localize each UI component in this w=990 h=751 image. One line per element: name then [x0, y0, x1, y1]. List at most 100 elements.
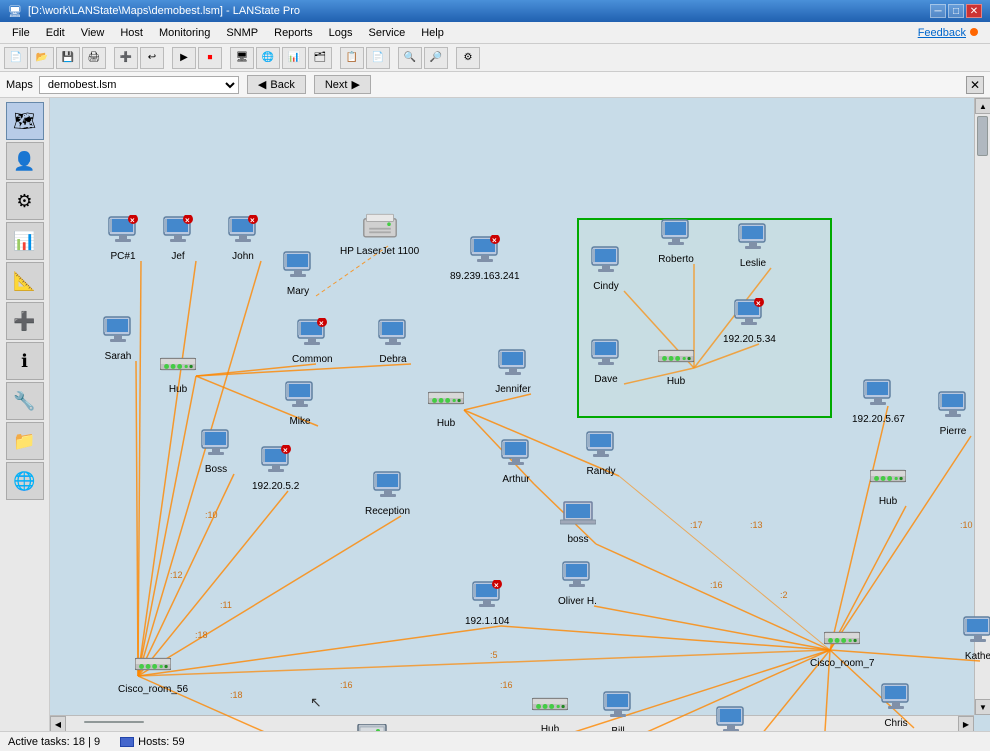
- node-oliverh[interactable]: Oliver H.: [558, 558, 597, 607]
- menu-service[interactable]: Service: [361, 25, 414, 41]
- node-icon-mike: [282, 378, 318, 414]
- status-tasks: Active tasks: 18 | 9: [8, 736, 100, 748]
- tb-network[interactable]: 🌐: [256, 47, 280, 69]
- node-leslie[interactable]: Leslie: [735, 220, 771, 269]
- sidebar-globe-btn[interactable]: 🌐: [6, 462, 44, 500]
- node-bill[interactable]: Bill: [600, 688, 636, 731]
- tb-save[interactable]: 💾: [56, 47, 80, 69]
- node-ip3[interactable]: × 192.20.5.34: [723, 296, 776, 345]
- node-pc1[interactable]: × PC#1: [105, 213, 141, 262]
- sidebar-settings-btn[interactable]: ⚙: [6, 182, 44, 220]
- node-hp[interactable]: HP LaserJet 1100: [340, 208, 419, 257]
- node-pierre[interactable]: Pierre: [935, 388, 971, 437]
- node-hub5[interactable]: Hub: [532, 686, 568, 731]
- node-cindy[interactable]: Cindy: [588, 243, 624, 292]
- node-hub1[interactable]: Hub: [160, 346, 196, 395]
- sidebar-tool-btn[interactable]: 🔧: [6, 382, 44, 420]
- node-randy[interactable]: Randy: [583, 428, 619, 477]
- node-jacques[interactable]: Jacques: [712, 703, 749, 731]
- menu-view[interactable]: View: [73, 25, 113, 41]
- menu-file[interactable]: File: [4, 25, 38, 41]
- node-ip4[interactable]: 192.20.5.67: [852, 376, 905, 425]
- tb-add[interactable]: ➕: [114, 47, 138, 69]
- menu-logs[interactable]: Logs: [321, 25, 361, 41]
- back-button[interactable]: ◀ Back: [247, 75, 306, 94]
- node-kathe[interactable]: Kathe: [960, 613, 990, 662]
- maps-dropdown[interactable]: demobest.lsm: [39, 76, 239, 94]
- minimize-button[interactable]: ─: [930, 4, 946, 18]
- node-label-cindy: Cindy: [593, 281, 619, 292]
- next-button[interactable]: Next ▶: [314, 75, 371, 94]
- node-arthur[interactable]: Arthur: [498, 436, 534, 485]
- menu-reports[interactable]: Reports: [266, 25, 321, 41]
- maximize-button[interactable]: □: [948, 4, 964, 18]
- node-hub3[interactable]: Hub: [658, 338, 694, 387]
- menu-monitoring[interactable]: Monitoring: [151, 25, 218, 41]
- node-icon-jennifer: [495, 346, 531, 382]
- node-sarah[interactable]: Sarah: [100, 313, 136, 362]
- menu-edit[interactable]: Edit: [38, 25, 73, 41]
- sidebar-map-btn[interactable]: 🗺: [6, 102, 44, 140]
- node-chris[interactable]: Chris: [878, 680, 914, 729]
- tb-open[interactable]: 📂: [30, 47, 54, 69]
- menu-snmp[interactable]: SNMP: [218, 25, 266, 41]
- node-boss[interactable]: Boss: [198, 426, 234, 475]
- node-jennifer[interactable]: Jennifer: [495, 346, 531, 395]
- node-icon-hub5: [532, 686, 568, 722]
- tb-chart[interactable]: 📊: [282, 47, 306, 69]
- tb-settings[interactable]: ⚙: [456, 47, 480, 69]
- node-debra[interactable]: Debra: [375, 316, 411, 365]
- node-reception[interactable]: Reception: [365, 468, 410, 517]
- node-icon-ip3: ×: [731, 296, 767, 332]
- node-icon-cisco7: [824, 620, 860, 656]
- tb-search2[interactable]: 🔎: [424, 47, 448, 69]
- node-icon-reception: [370, 468, 406, 504]
- node-label-arthur: Arthur: [502, 474, 529, 485]
- node-jef[interactable]: × Jef: [160, 213, 196, 262]
- tb-hosts[interactable]: 🖥: [230, 47, 254, 69]
- node-mike[interactable]: Mike: [282, 378, 318, 427]
- node-ip1[interactable]: × 89.239.163.241: [450, 233, 520, 282]
- tb-new[interactable]: 📄: [4, 47, 28, 69]
- sidebar-stats-btn[interactable]: 📊: [6, 222, 44, 260]
- node-icon-hub1: [160, 346, 196, 382]
- node-dave[interactable]: Dave: [588, 336, 624, 385]
- node-hub4[interactable]: Hub: [870, 458, 906, 507]
- tb-doc1[interactable]: 📋: [340, 47, 364, 69]
- node-ip2[interactable]: × 192.20.5.2: [252, 443, 299, 492]
- menu-host[interactable]: Host: [112, 25, 151, 41]
- node-mssql[interactable]: MS_SQL_SERVER: [328, 728, 415, 731]
- sidebar-user-btn[interactable]: 👤: [6, 142, 44, 180]
- tb-play[interactable]: ▶: [172, 47, 196, 69]
- tb-stop[interactable]: ⏹: [198, 47, 222, 69]
- sidebar-add-btn[interactable]: ➕: [6, 302, 44, 340]
- node-cisco56[interactable]: Cisco_room_56: [118, 646, 188, 695]
- feedback-link[interactable]: Feedback: [918, 27, 986, 39]
- node-label-mary: Mary: [287, 286, 309, 297]
- node-cisco7[interactable]: Cisco_room_7: [810, 620, 874, 669]
- sidebar-folder-btn[interactable]: 📁: [6, 422, 44, 460]
- node-mary[interactable]: Mary: [280, 248, 316, 297]
- feedback-dot: [970, 28, 978, 36]
- node-ip5[interactable]: × 192.1.104: [465, 578, 510, 627]
- tb-print[interactable]: 🖨: [82, 47, 106, 69]
- tb-search1[interactable]: 🔍: [398, 47, 422, 69]
- tb-undo[interactable]: ↩: [140, 47, 164, 69]
- node-john[interactable]: × John: [225, 213, 261, 262]
- node-icon-hub2: [428, 380, 464, 416]
- node-icon-ip4: [860, 376, 896, 412]
- tb-folder[interactable]: 🗂: [308, 47, 332, 69]
- sidebar-info-btn[interactable]: ℹ: [6, 342, 44, 380]
- maps-label: Maps: [6, 79, 33, 91]
- canvas-area[interactable]: :10 :12 :18 :11 :16 :18 :7 :17 :16 :13 :…: [50, 98, 990, 731]
- tb-doc2[interactable]: 📄: [366, 47, 390, 69]
- node-hub2[interactable]: Hub: [428, 380, 464, 429]
- sidebar-draw-btn[interactable]: 📐: [6, 262, 44, 300]
- node-boss2[interactable]: boss: [560, 496, 596, 545]
- close-button[interactable]: ✕: [966, 4, 982, 18]
- node-roberto[interactable]: Roberto: [658, 216, 694, 265]
- node-common[interactable]: × Common: [292, 316, 333, 365]
- menu-help[interactable]: Help: [413, 25, 452, 41]
- panel-close-button[interactable]: ✕: [966, 76, 984, 94]
- node-icon-common: ×: [294, 316, 330, 352]
